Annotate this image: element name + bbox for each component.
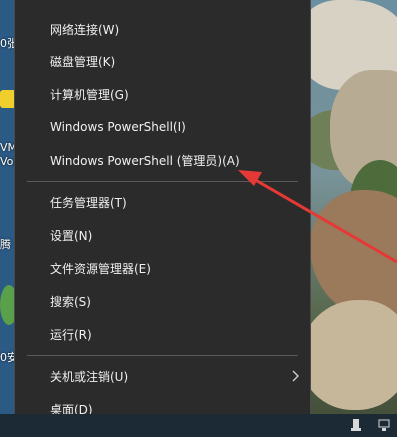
menu-item-label: 搜索(S)	[50, 294, 91, 309]
taskbar	[0, 414, 397, 437]
menu-item-run[interactable]: 运行(R)	[15, 318, 310, 350]
desktop-icon-label[interactable]: 腾	[0, 239, 11, 251]
menu-item-label: 运行(R)	[50, 327, 92, 342]
menu-item-file-explorer[interactable]: 文件资源管理器(E)	[15, 252, 310, 284]
menu-item-search[interactable]: 搜索(S)	[15, 285, 310, 317]
menu-separator	[27, 355, 298, 356]
menu-item-label: 网络连接(W)	[50, 22, 120, 37]
menu-item-shutdown-signout[interactable]: 关机或注销(U)	[15, 360, 310, 392]
menu-item-task-manager[interactable]: 任务管理器(T)	[15, 186, 310, 218]
menu-item-network-connections[interactable]: 网络连接(W)	[15, 13, 310, 45]
menu-item-label: 关机或注销(U)	[50, 369, 129, 384]
menu-item-computer-management[interactable]: 计算机管理(G)	[15, 78, 310, 110]
menu-separator	[27, 181, 298, 182]
menu-item-label: Windows PowerShell(I)	[50, 120, 186, 134]
menu-item-label: 任务管理器(T)	[50, 195, 127, 210]
menu-item-settings[interactable]: 设置(N)	[15, 219, 310, 251]
menu-item-powershell-admin[interactable]: Windows PowerShell (管理员)(A)	[15, 144, 310, 176]
menu-item-label: 文件资源管理器(E)	[50, 261, 151, 276]
menu-item-label: 计算机管理(G)	[50, 87, 129, 102]
winx-context-menu: 网络连接(W) 磁盘管理(K) 计算机管理(G) Windows PowerSh…	[14, 0, 311, 424]
menu-item-powershell[interactable]: Windows PowerShell(I)	[15, 111, 310, 143]
menu-item-disk-management[interactable]: 磁盘管理(K)	[15, 45, 310, 77]
menu-item-label: 磁盘管理(K)	[50, 54, 116, 69]
chevron-right-icon	[292, 370, 299, 382]
tray-usb-icon[interactable]	[350, 418, 362, 432]
menu-item-label: 设置(N)	[50, 228, 93, 243]
menu-item-label: Windows PowerShell (管理员)(A)	[50, 153, 240, 168]
tray-network-icon[interactable]	[378, 418, 390, 432]
